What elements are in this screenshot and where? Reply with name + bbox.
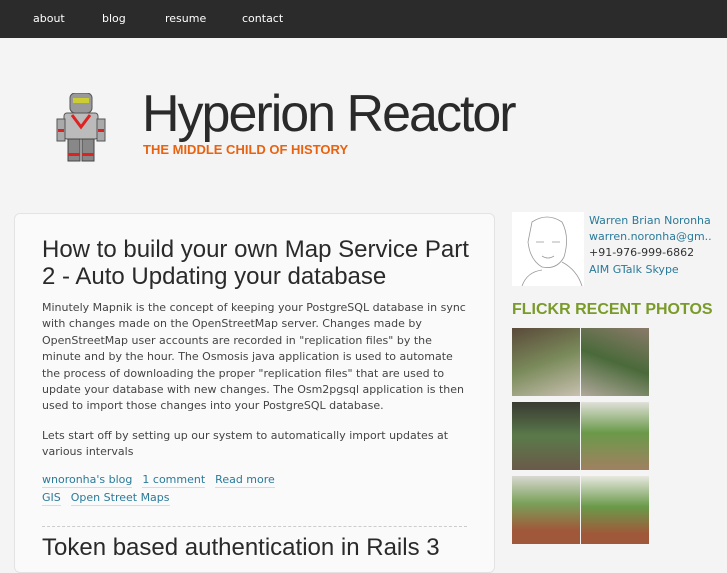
profile-info: Warren Brian Noronha warren.noronha@gm..…: [589, 213, 712, 278]
post-paragraph: Lets start off by setting up our system …: [42, 428, 449, 459]
comments-link[interactable]: 1 comment: [142, 473, 206, 488]
read-more-link[interactable]: Read more: [215, 473, 275, 488]
site-slogan: THE MIDDLE CHILD OF HISTORY: [143, 142, 349, 157]
flickr-photo[interactable]: [512, 402, 580, 470]
nav-contact[interactable]: contact: [242, 12, 283, 25]
flickr-photo[interactable]: [581, 402, 649, 470]
profile-name[interactable]: Warren Brian Noronha: [589, 213, 712, 229]
post-body: Minutely Mapnik is the concept of keepin…: [42, 300, 472, 474]
flickr-photo[interactable]: [512, 328, 580, 396]
site-title[interactable]: Hyperion Reactor: [142, 84, 517, 144]
nav-blog[interactable]: blog: [102, 12, 126, 25]
nav-about[interactable]: about: [33, 12, 65, 25]
nav-resume[interactable]: resume: [165, 12, 206, 25]
skype-link[interactable]: Skype: [645, 263, 678, 276]
flickr-photo[interactable]: [581, 328, 649, 396]
top-nav: about blog resume contact: [0, 0, 727, 38]
flickr-photo[interactable]: [512, 476, 580, 544]
robot-logo-icon[interactable]: [56, 93, 106, 163]
next-post-title[interactable]: Token based authentication in Rails 3: [42, 534, 440, 562]
flickr-photo[interactable]: [581, 476, 649, 544]
post-paragraph: Minutely Mapnik is the concept of keepin…: [42, 301, 466, 413]
flickr-heading: FLICKR RECENT PHOTOS: [512, 301, 713, 318]
tag-link[interactable]: Open Street Maps: [70, 491, 170, 506]
post-title[interactable]: How to build your own Map Service Part 2…: [42, 236, 482, 290]
gtalk-link[interactable]: GTalk: [613, 263, 642, 276]
aim-link[interactable]: AIM: [589, 263, 609, 276]
main-content: How to build your own Map Service Part 2…: [14, 213, 495, 573]
author-blog-link[interactable]: wnoronha's blog: [42, 473, 133, 488]
tag-link[interactable]: GIS: [42, 491, 61, 506]
post-tags: GIS Open Street Maps: [42, 491, 482, 506]
post-divider: [42, 526, 467, 527]
profile-email[interactable]: warren.noronha@gm..: [589, 229, 712, 245]
post-links: wnoronha's blog 1 comment Read more: [42, 473, 482, 488]
profile-phone: +91-976-999-6862: [589, 246, 695, 260]
profile-sketch-avatar: [512, 212, 584, 286]
